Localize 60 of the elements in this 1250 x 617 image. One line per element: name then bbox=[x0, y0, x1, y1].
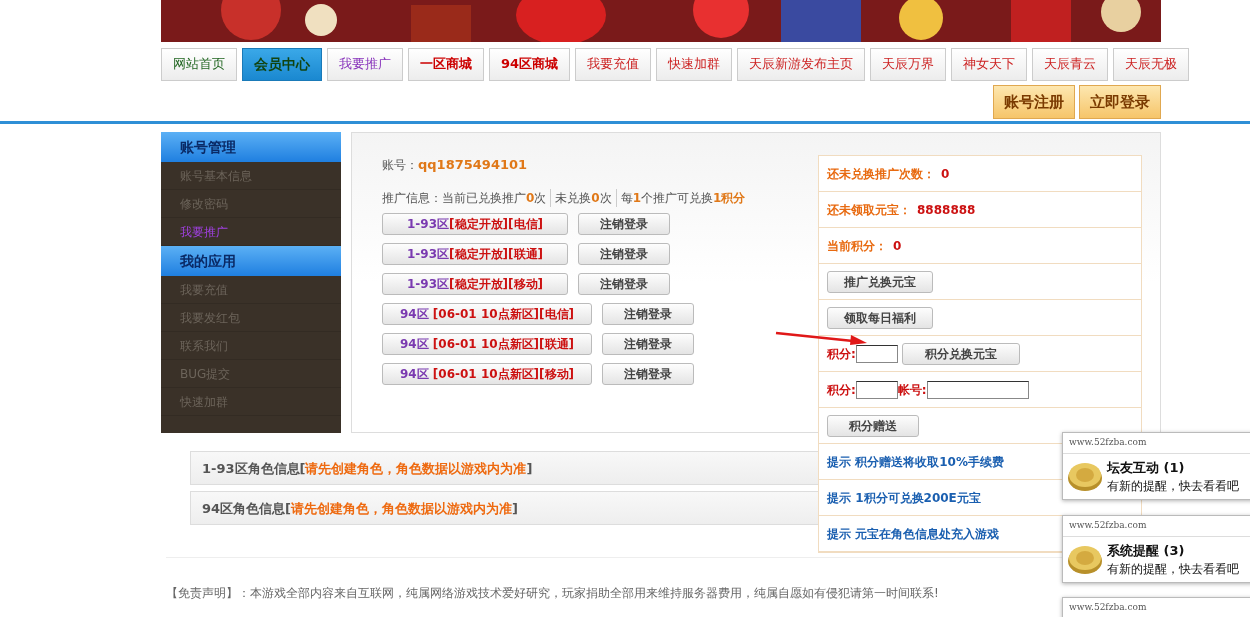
server-button[interactable]: 1-93区[稳定开放][电信] bbox=[382, 212, 568, 235]
stat-value: 8888888 bbox=[917, 201, 976, 219]
coin-icon bbox=[1067, 543, 1103, 576]
notification-message: 有新的提醒，快去看看吧 bbox=[1107, 561, 1239, 578]
logout-button[interactable]: 注销登录 bbox=[602, 332, 694, 355]
nav-tab[interactable]: 我要推广 bbox=[327, 48, 403, 81]
logout-button[interactable]: 注销登录 bbox=[578, 272, 670, 295]
notification-title: 系统提醒 (3) bbox=[1107, 541, 1186, 560]
stat-value: 0 bbox=[941, 165, 950, 183]
nav-tab[interactable]: 会员中心 bbox=[242, 48, 322, 81]
server-button[interactable]: 94区 [06-01 10点新区][联通] bbox=[382, 332, 592, 355]
nav-tab[interactable]: 网站首页 bbox=[161, 48, 237, 81]
account-field[interactable] bbox=[926, 380, 1029, 399]
server-button[interactable]: 1-93区[稳定开放][联通] bbox=[382, 242, 568, 265]
field-label: 帐号: bbox=[897, 381, 927, 399]
action-button[interactable]: 积分赠送 bbox=[827, 414, 919, 437]
nav-tab[interactable]: 天辰万界 bbox=[870, 48, 947, 81]
tip-text: 提示 1积分可兑换200E元宝 bbox=[827, 489, 981, 507]
action-button[interactable]: 领取每日福利 bbox=[827, 306, 933, 329]
stat-label: 当前积分： bbox=[827, 237, 887, 255]
coin-icon bbox=[1067, 460, 1103, 493]
tip-text: 提示 元宝在角色信息处充入游戏 bbox=[827, 525, 1000, 543]
promo-label: 推广信息： bbox=[382, 189, 442, 207]
points-field[interactable] bbox=[855, 380, 898, 399]
notification-title: 坛友互动 (1) bbox=[1107, 458, 1186, 477]
header-button[interactable]: 立即登录 bbox=[1079, 85, 1161, 119]
field-label: 积分: bbox=[827, 345, 856, 363]
promo-text: 当前已兑换推广0次 bbox=[442, 189, 547, 207]
notification-source: www.52fzba.com bbox=[1063, 516, 1250, 537]
nav-tab[interactable]: 天辰青云 bbox=[1032, 48, 1109, 81]
stat-label: 还未领取元宝： bbox=[827, 201, 911, 219]
nav-tab[interactable]: 快速加群 bbox=[656, 48, 733, 81]
logout-button[interactable]: 注销登录 bbox=[578, 242, 670, 265]
nav-tab[interactable]: 神女天下 bbox=[951, 48, 1028, 81]
field-label: 积分: bbox=[827, 381, 856, 399]
nav-tab[interactable]: 天辰无极 bbox=[1113, 48, 1190, 81]
notification-source: www.52fzba.com bbox=[1063, 598, 1250, 617]
account-text: 账号：qq1875494101 bbox=[382, 156, 528, 174]
promo-text: 未兑换0次 bbox=[550, 188, 612, 207]
logout-button[interactable]: 注销登录 bbox=[602, 362, 694, 385]
server-button[interactable]: 94区 [06-01 10点新区][电信] bbox=[382, 302, 592, 325]
server-button[interactable]: 94区 [06-01 10点新区][移动] bbox=[382, 362, 592, 385]
action-button[interactable]: 推广兑换元宝 bbox=[827, 270, 933, 293]
notification-message: 有新的提醒，快去看看吧 bbox=[1107, 478, 1239, 495]
notification-source: www.52fzba.com bbox=[1063, 433, 1250, 454]
nav-tab[interactable]: 天辰新游发布主页 bbox=[737, 48, 866, 81]
logout-button[interactable]: 注销登录 bbox=[602, 302, 694, 325]
server-button[interactable]: 1-93区[稳定开放][移动] bbox=[382, 272, 568, 295]
logout-button[interactable]: 注销登录 bbox=[578, 212, 670, 235]
nav-tab[interactable]: 一区商城 bbox=[408, 48, 484, 81]
nav-tab[interactable]: 94区商城 bbox=[489, 48, 571, 81]
stat-value: 0 bbox=[893, 237, 902, 255]
nav-tab[interactable]: 我要充值 bbox=[575, 48, 652, 81]
header-button[interactable]: 账号注册 bbox=[993, 85, 1075, 119]
points-field[interactable] bbox=[855, 344, 898, 363]
exchange-button[interactable]: 积分兑换元宝 bbox=[901, 342, 1020, 365]
stat-label: 还未兑换推广次数： bbox=[827, 165, 935, 183]
sidebar-heading: 我的应用 bbox=[161, 246, 341, 276]
promo-text: 每1个推广可兑换1积分 bbox=[615, 188, 746, 207]
sidebar-heading: 账号管理 bbox=[161, 132, 341, 162]
